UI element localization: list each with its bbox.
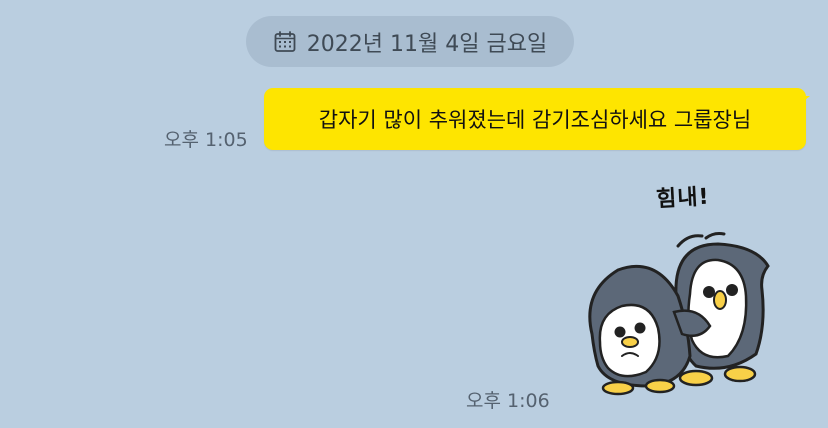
date-divider: 2022년 11월 4일 금요일 xyxy=(246,16,574,67)
sticker-caption: 힘내! xyxy=(655,184,711,213)
bubble-tail xyxy=(800,96,810,104)
message-text: 갑자기 많이 추워졌는데 감기조심하세요 그룹장님 xyxy=(318,108,752,132)
date-text: 2022년 11월 4일 금요일 xyxy=(306,31,548,57)
message-time: 오후 1:05 xyxy=(164,129,248,151)
message-time: 오후 1:06 xyxy=(466,390,550,412)
calendar-icon xyxy=(273,30,297,54)
penguins-sticker-icon xyxy=(588,232,770,396)
sticker-message[interactable]: 힘내! xyxy=(578,180,788,396)
message-bubble[interactable]: 갑자기 많이 추워졌는데 감기조심하세요 그룹장님 xyxy=(264,88,806,150)
